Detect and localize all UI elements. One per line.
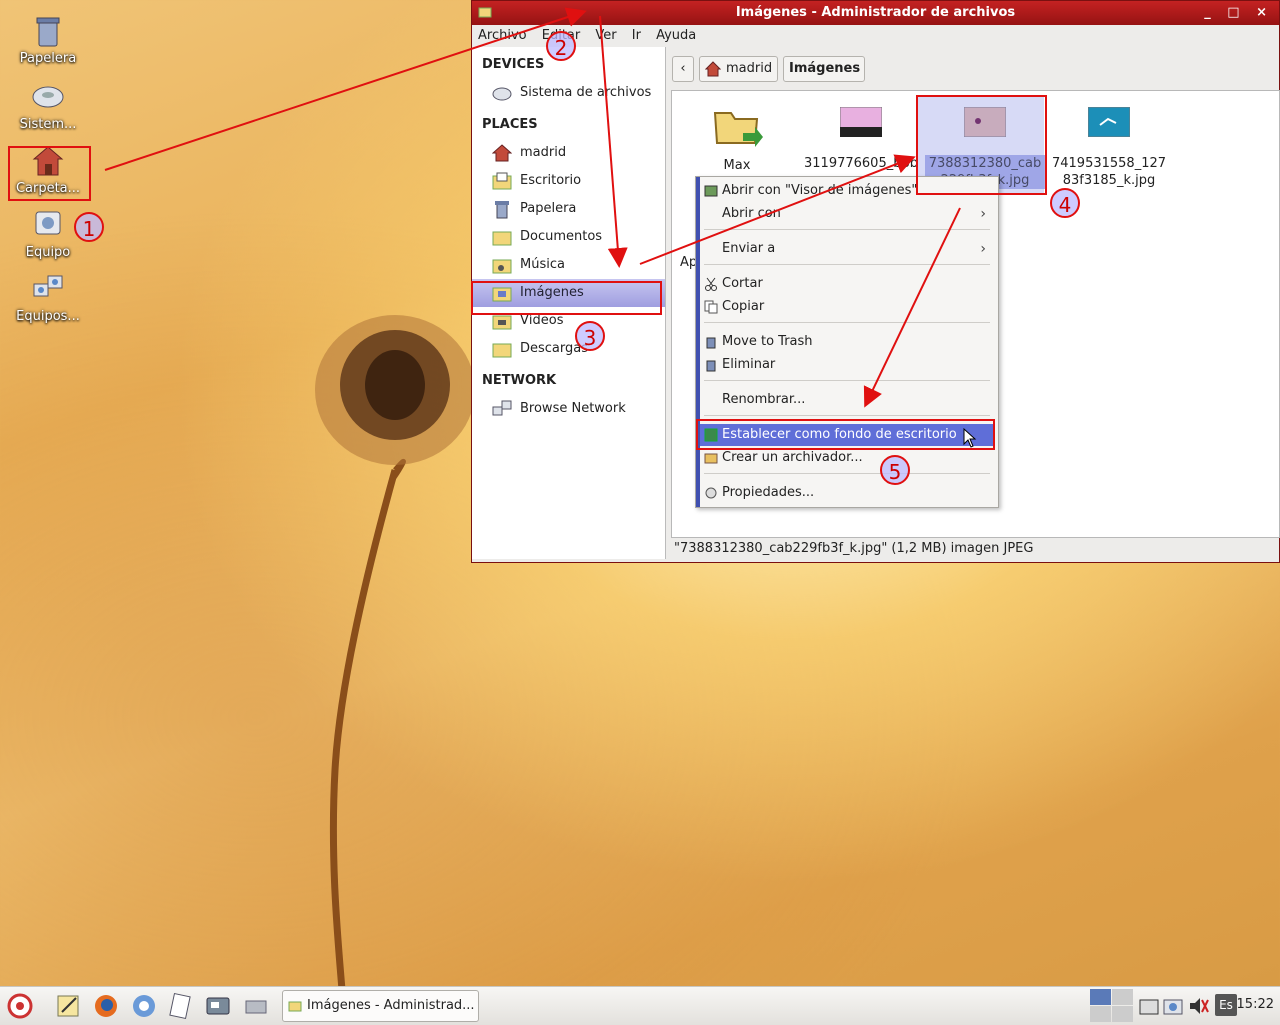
desktop-show-icon[interactable]: [242, 992, 270, 1020]
volume-muted-icon[interactable]: [1187, 992, 1209, 1020]
start-menu-icon[interactable]: [6, 992, 34, 1020]
taskbar-window-button[interactable]: Imágenes - Administrad...: [282, 990, 479, 1022]
annotation-step-4: 4: [1050, 188, 1080, 218]
text-editor-icon[interactable]: [54, 992, 82, 1020]
network-tray-icon[interactable]: [1162, 992, 1184, 1020]
clock[interactable]: 15:22: [1237, 997, 1274, 1012]
taskbar: Imágenes - Administrad... Es 15:22: [0, 986, 1280, 1025]
control-panel-icon[interactable]: [204, 992, 232, 1020]
annotation-arrows: [104, 7, 961, 408]
chromium-icon[interactable]: [130, 992, 158, 1020]
folder-icon: [288, 999, 302, 1013]
keyboard-layout-indicator[interactable]: Es: [1215, 994, 1237, 1016]
screenshot-tray-icon[interactable]: [1138, 992, 1160, 1020]
annotation-step-2: 2: [546, 31, 576, 61]
annotation-step-1: 1: [74, 212, 104, 242]
firefox-icon[interactable]: [92, 992, 120, 1020]
workspace-switcher[interactable]: [1090, 989, 1134, 1023]
annotation-step-3: 3: [575, 321, 605, 351]
annotation-step-5: 5: [880, 455, 910, 485]
notes-icon[interactable]: [166, 992, 194, 1020]
